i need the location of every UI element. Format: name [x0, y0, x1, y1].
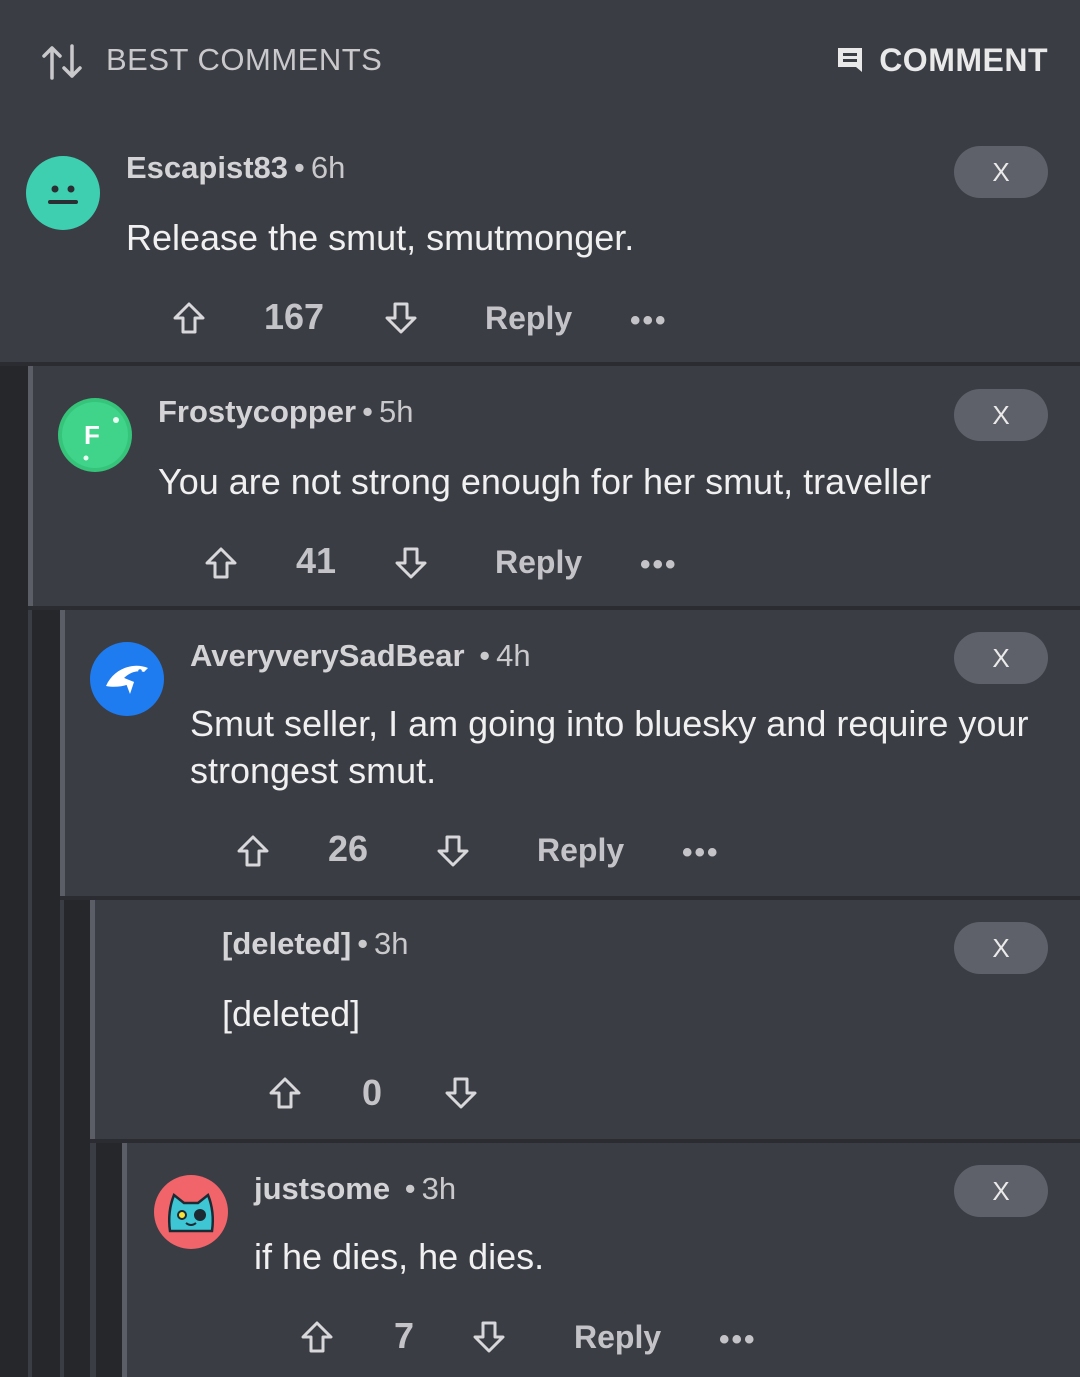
- thread-line: [122, 1143, 127, 1377]
- downvote-icon[interactable]: [472, 1320, 506, 1354]
- neutral-face-icon: [48, 185, 78, 204]
- reply-button[interactable]: Reply: [537, 832, 624, 869]
- comment-age: 5h: [378, 394, 414, 429]
- collapse-button[interactable]: X: [954, 146, 1048, 198]
- collapse-button[interactable]: X: [954, 922, 1048, 974]
- username[interactable]: justsome: [254, 1171, 390, 1206]
- collapse-button[interactable]: X: [954, 389, 1048, 441]
- comment: F Frostycopper • 5h X You are not strong e…: [28, 366, 1080, 610]
- comment-age: 4h: [496, 638, 531, 673]
- comment: Escapist83 • 6h X Release the smut, smutmo…: [0, 118, 1080, 366]
- comment-text: Smut seller, I am going into bluesky and…: [190, 703, 1029, 791]
- username[interactable]: Frostycopper: [158, 394, 356, 429]
- avatar-letter: F: [84, 420, 100, 450]
- upvote-icon[interactable]: [300, 1320, 334, 1354]
- sort-icon[interactable]: [42, 44, 84, 80]
- more-options-button[interactable]: •••: [630, 304, 668, 338]
- avatar[interactable]: [154, 1175, 228, 1249]
- collapse-button[interactable]: X: [954, 1165, 1048, 1217]
- comment-age: 3h: [421, 1171, 457, 1206]
- comment-meta: justsome • 3h: [254, 1171, 457, 1206]
- comment: [deleted] • 3h X [deleted] 0: [90, 900, 1080, 1143]
- more-options-button[interactable]: •••: [719, 1323, 757, 1357]
- comment-meta: Frostycopper • 5h: [158, 394, 414, 429]
- sort-label[interactable]: BEST COMMENTS: [106, 42, 382, 78]
- vote-score: 7: [394, 1315, 415, 1356]
- reply-button[interactable]: Reply: [485, 300, 572, 337]
- thread-gutter: [32, 610, 60, 1377]
- more-options-button[interactable]: •••: [640, 548, 678, 582]
- collapse-button[interactable]: X: [954, 632, 1048, 684]
- avatar[interactable]: [26, 156, 100, 230]
- comment-meta: Escapist83 • 6h: [126, 150, 346, 185]
- comment-text: [deleted]: [222, 993, 361, 1034]
- avatar[interactable]: F: [58, 398, 132, 472]
- username[interactable]: AveryverySadBear: [190, 638, 465, 673]
- vote-score: 41: [296, 540, 337, 581]
- cat-icon: [167, 1192, 215, 1233]
- vote-score: 26: [328, 828, 369, 869]
- comment-meta: AveryverySadBear • 4h: [190, 638, 531, 673]
- add-comment-button[interactable]: COMMENT: [835, 40, 1048, 80]
- downvote-icon[interactable]: [394, 546, 428, 580]
- username[interactable]: Escapist83: [126, 150, 288, 185]
- comment-age: 3h: [374, 926, 409, 961]
- thread-line: [60, 610, 65, 900]
- downvote-icon[interactable]: [436, 834, 470, 868]
- thread-gutter: [96, 1143, 122, 1377]
- comment-text: Release the smut, smutmonger.: [126, 217, 635, 258]
- comment-text: if he dies, he dies.: [254, 1236, 545, 1277]
- vote-score: 167: [264, 296, 325, 337]
- thread-gutter: [0, 366, 28, 1377]
- upvote-icon[interactable]: [268, 1076, 302, 1110]
- comment-meta: [deleted] • 3h: [222, 926, 409, 961]
- avatar[interactable]: [90, 642, 164, 716]
- downvote-icon[interactable]: [384, 301, 418, 335]
- comment-text: You are not strong enough for her smut, …: [158, 461, 932, 502]
- comment-icon: [838, 48, 863, 72]
- reply-button[interactable]: Reply: [495, 544, 582, 581]
- upvote-icon[interactable]: [172, 301, 206, 335]
- comment: justsome • 3h X if he dies, he dies. 7 Re…: [122, 1143, 1080, 1377]
- comment-button-label: COMMENT: [879, 41, 1048, 78]
- vote-score: 0: [362, 1072, 383, 1113]
- reply-button[interactable]: Reply: [574, 1319, 661, 1356]
- comment-age: 6h: [310, 150, 346, 185]
- more-options-button[interactable]: •••: [682, 836, 720, 870]
- upvote-icon[interactable]: [204, 546, 238, 580]
- thread-gutter: [64, 900, 90, 1377]
- thread-line: [90, 900, 95, 1143]
- comments-toolbar: BEST COMMENTS COMMENT: [0, 0, 1080, 118]
- shark-icon: [106, 665, 148, 694]
- letter-avatar-icon: F: [62, 402, 128, 468]
- comment: AveryverySadBear • 4h X Smut seller, I am…: [60, 610, 1080, 900]
- downvote-icon[interactable]: [444, 1076, 478, 1110]
- upvote-icon[interactable]: [236, 834, 270, 868]
- username: [deleted]: [222, 926, 352, 961]
- thread-line: [28, 366, 33, 610]
